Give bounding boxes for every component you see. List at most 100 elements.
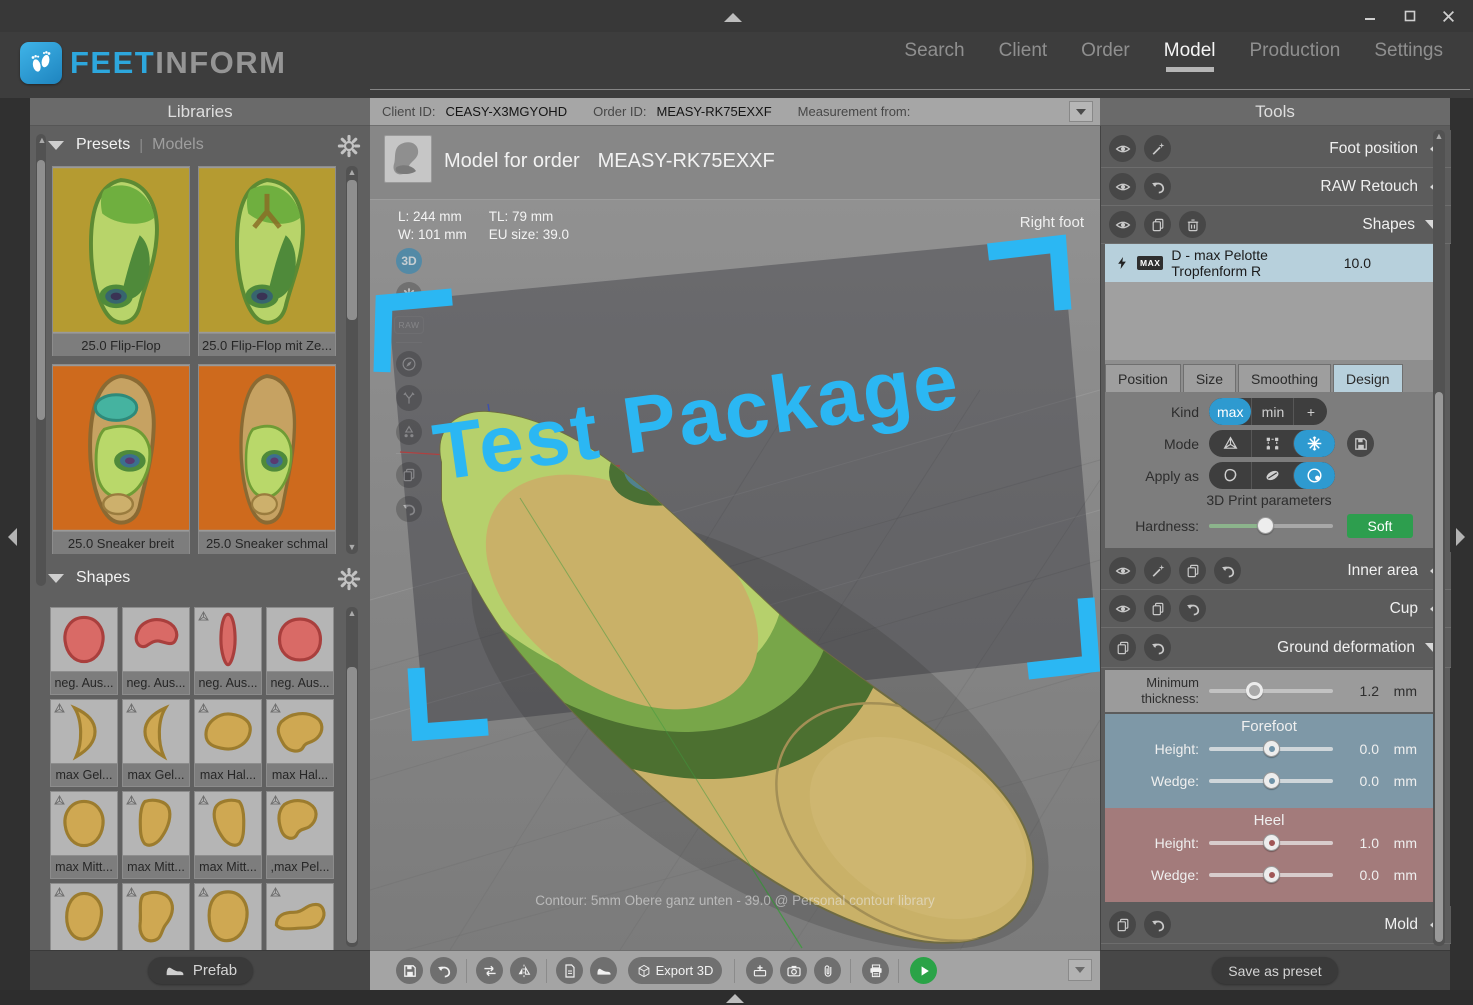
apply-outline-icon[interactable] <box>1209 462 1251 489</box>
prefab-button[interactable]: Prefab <box>148 957 253 984</box>
libraries-scrollbar[interactable]: ▲ <box>36 134 46 586</box>
milling-button[interactable] <box>746 957 773 984</box>
slider-thumb[interactable] <box>1246 682 1263 699</box>
collapse-left-panel-icon[interactable] <box>8 528 17 546</box>
duplicate-icon[interactable] <box>1179 557 1206 584</box>
tab-smoothing[interactable]: Smoothing <box>1238 364 1331 392</box>
tab-position[interactable]: Position <box>1105 364 1181 392</box>
tab-presets[interactable]: Presets <box>76 136 130 154</box>
slider-thumb[interactable] <box>1263 866 1280 883</box>
collapse-top-handle-icon[interactable] <box>724 13 742 22</box>
preset-card[interactable]: 25.0 Flip-Flop mit Ze... <box>198 166 336 356</box>
section-inner-area[interactable]: Inner area <box>1101 552 1451 590</box>
undo-icon[interactable] <box>1144 173 1171 200</box>
scroll-up-icon[interactable]: ▲ <box>1434 132 1444 141</box>
magic-wand-icon[interactable] <box>1144 557 1171 584</box>
shapes-collapse-icon[interactable] <box>48 574 64 583</box>
mode-mesh-icon[interactable] <box>1209 430 1251 457</box>
undo-icon[interactable] <box>1179 595 1206 622</box>
maximize-button[interactable] <box>1399 6 1421 26</box>
slider-thumb[interactable] <box>1263 740 1280 757</box>
nav-item-production[interactable]: Production <box>1250 40 1341 76</box>
save-shape-icon[interactable] <box>1347 430 1374 457</box>
duplicate-icon[interactable] <box>1109 634 1136 661</box>
presets-scrollbar[interactable]: ▲ ▼ <box>346 166 358 554</box>
undo-button[interactable] <box>430 957 457 984</box>
apply-sphere-icon[interactable] <box>1293 462 1335 489</box>
shape-card[interactable]: neg. Aus... <box>122 607 190 695</box>
mode-outline-icon[interactable] <box>1251 430 1293 457</box>
slider-thumb[interactable] <box>1263 834 1280 851</box>
print-button[interactable] <box>862 957 889 984</box>
undo-icon[interactable] <box>1144 911 1171 938</box>
section-cup[interactable]: Cup <box>1101 590 1451 628</box>
shape-card[interactable]: max Mitt... <box>50 791 118 879</box>
kind-option-add[interactable]: + <box>1293 398 1327 425</box>
heel-height-slider[interactable] <box>1209 834 1333 852</box>
duplicate-icon[interactable] <box>1144 211 1171 238</box>
shape-card[interactable]: ,max Pel... <box>266 791 334 879</box>
nav-item-client[interactable]: Client <box>999 40 1048 76</box>
scroll-down-icon[interactable]: ▼ <box>347 543 357 552</box>
mode-freeze-icon[interactable] <box>1293 430 1335 457</box>
shape-card[interactable] <box>50 883 118 950</box>
shape-card[interactable]: max Gel... <box>122 699 190 787</box>
shape-card[interactable]: max Hal... <box>266 699 334 787</box>
collapse-right-panel-icon[interactable] <box>1456 528 1465 546</box>
duplicate-icon[interactable] <box>1144 595 1171 622</box>
undo-icon[interactable] <box>1144 634 1171 661</box>
forefoot-height-slider[interactable] <box>1209 740 1333 758</box>
shape-card[interactable]: max Gel... <box>50 699 118 787</box>
preset-card[interactable]: 25.0 Flip-Flop <box>52 166 190 356</box>
attachment-button[interactable] <box>814 957 841 984</box>
swap-sides-button[interactable] <box>476 957 503 984</box>
shape-card[interactable]: neg. Aus... <box>266 607 334 695</box>
save-as-preset-button[interactable]: Save as preset <box>1212 957 1338 984</box>
viewport-3d[interactable]: 3D RAW <box>370 200 1100 950</box>
preset-card[interactable]: 25.0 Sneaker breit <box>52 364 190 554</box>
tab-size[interactable]: Size <box>1183 364 1236 392</box>
forefoot-wedge-slider[interactable] <box>1209 772 1333 790</box>
kind-option-max[interactable]: max <box>1209 398 1251 425</box>
shape-card[interactable]: neg. Aus... <box>50 607 118 695</box>
collapse-bottom-handle-icon[interactable] <box>726 994 744 1003</box>
duplicate-icon[interactable] <box>1109 911 1136 938</box>
hardness-soft-button[interactable]: Soft <box>1347 514 1413 538</box>
screenshot-button[interactable] <box>780 957 807 984</box>
nav-item-order[interactable]: Order <box>1081 40 1130 76</box>
apply-pad-icon[interactable] <box>1251 462 1293 489</box>
kind-option-min[interactable]: min <box>1251 398 1293 425</box>
shape-card[interactable] <box>266 883 334 950</box>
undo-icon[interactable] <box>1214 557 1241 584</box>
trash-icon[interactable] <box>1179 211 1206 238</box>
section-shapes[interactable]: Shapes <box>1101 206 1451 244</box>
visibility-eye-icon[interactable] <box>1109 595 1136 622</box>
document-button[interactable] <box>556 957 583 984</box>
visibility-eye-icon[interactable] <box>1109 557 1136 584</box>
shape-card[interactable]: max Mitt... <box>122 791 190 879</box>
nav-item-search[interactable]: Search <box>904 40 964 76</box>
scroll-up-icon[interactable]: ▲ <box>37 136 47 145</box>
shape-card[interactable]: neg. Aus... <box>194 607 262 695</box>
tools-scrollbar[interactable]: ▲ <box>1433 130 1445 946</box>
magic-wand-icon[interactable] <box>1144 135 1171 162</box>
shape-list-item-selected[interactable]: MAX D - max Pelotte Tropfenform R 10.0 <box>1105 244 1433 282</box>
shoe-tool-button[interactable] <box>590 957 617 984</box>
measurement-dropdown-button[interactable] <box>1069 101 1093 122</box>
shape-card[interactable]: max Hal... <box>194 699 262 787</box>
slider-thumb[interactable] <box>1257 517 1274 534</box>
hardness-slider[interactable] <box>1209 517 1333 535</box>
shapes-scrollbar[interactable]: ▲ <box>346 607 358 947</box>
section-mold[interactable]: Mold <box>1101 906 1451 944</box>
tab-models[interactable]: Models <box>152 136 204 154</box>
visibility-eye-icon[interactable] <box>1109 135 1136 162</box>
section-foot-position[interactable]: Foot position <box>1101 130 1451 168</box>
nav-item-model[interactable]: Model <box>1164 40 1216 76</box>
shape-card[interactable] <box>194 883 262 950</box>
preset-card[interactable]: 25.0 Sneaker schmal <box>198 364 336 554</box>
minimize-button[interactable] <box>1359 6 1381 26</box>
visibility-eye-icon[interactable] <box>1109 173 1136 200</box>
scroll-up-icon[interactable]: ▲ <box>347 609 357 618</box>
shape-card[interactable]: max Mitt... <box>194 791 262 879</box>
heel-wedge-slider[interactable] <box>1209 866 1333 884</box>
